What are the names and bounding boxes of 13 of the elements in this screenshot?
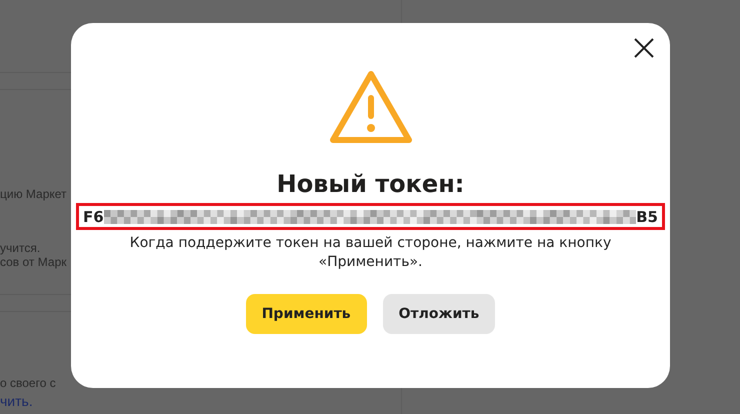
close-button[interactable] [632,36,656,60]
background-text: учится. [0,241,40,255]
background-text: цию Маркет [0,187,67,201]
token-end: B5 [636,208,658,226]
apply-button[interactable]: Применить [246,294,367,334]
dialog-message: Когда поддержите токен на вашей стороне, нажмите на кнопку «Применить». [128,234,612,272]
token-start: F6 [83,208,104,226]
close-icon [632,36,656,60]
background-text: сов от Марк [0,255,66,269]
dialog-title: Новый токен: [276,169,464,199]
background-text: о своего с [0,376,56,390]
postpone-button[interactable]: Отложить [382,294,496,334]
warning-icon [328,69,414,145]
